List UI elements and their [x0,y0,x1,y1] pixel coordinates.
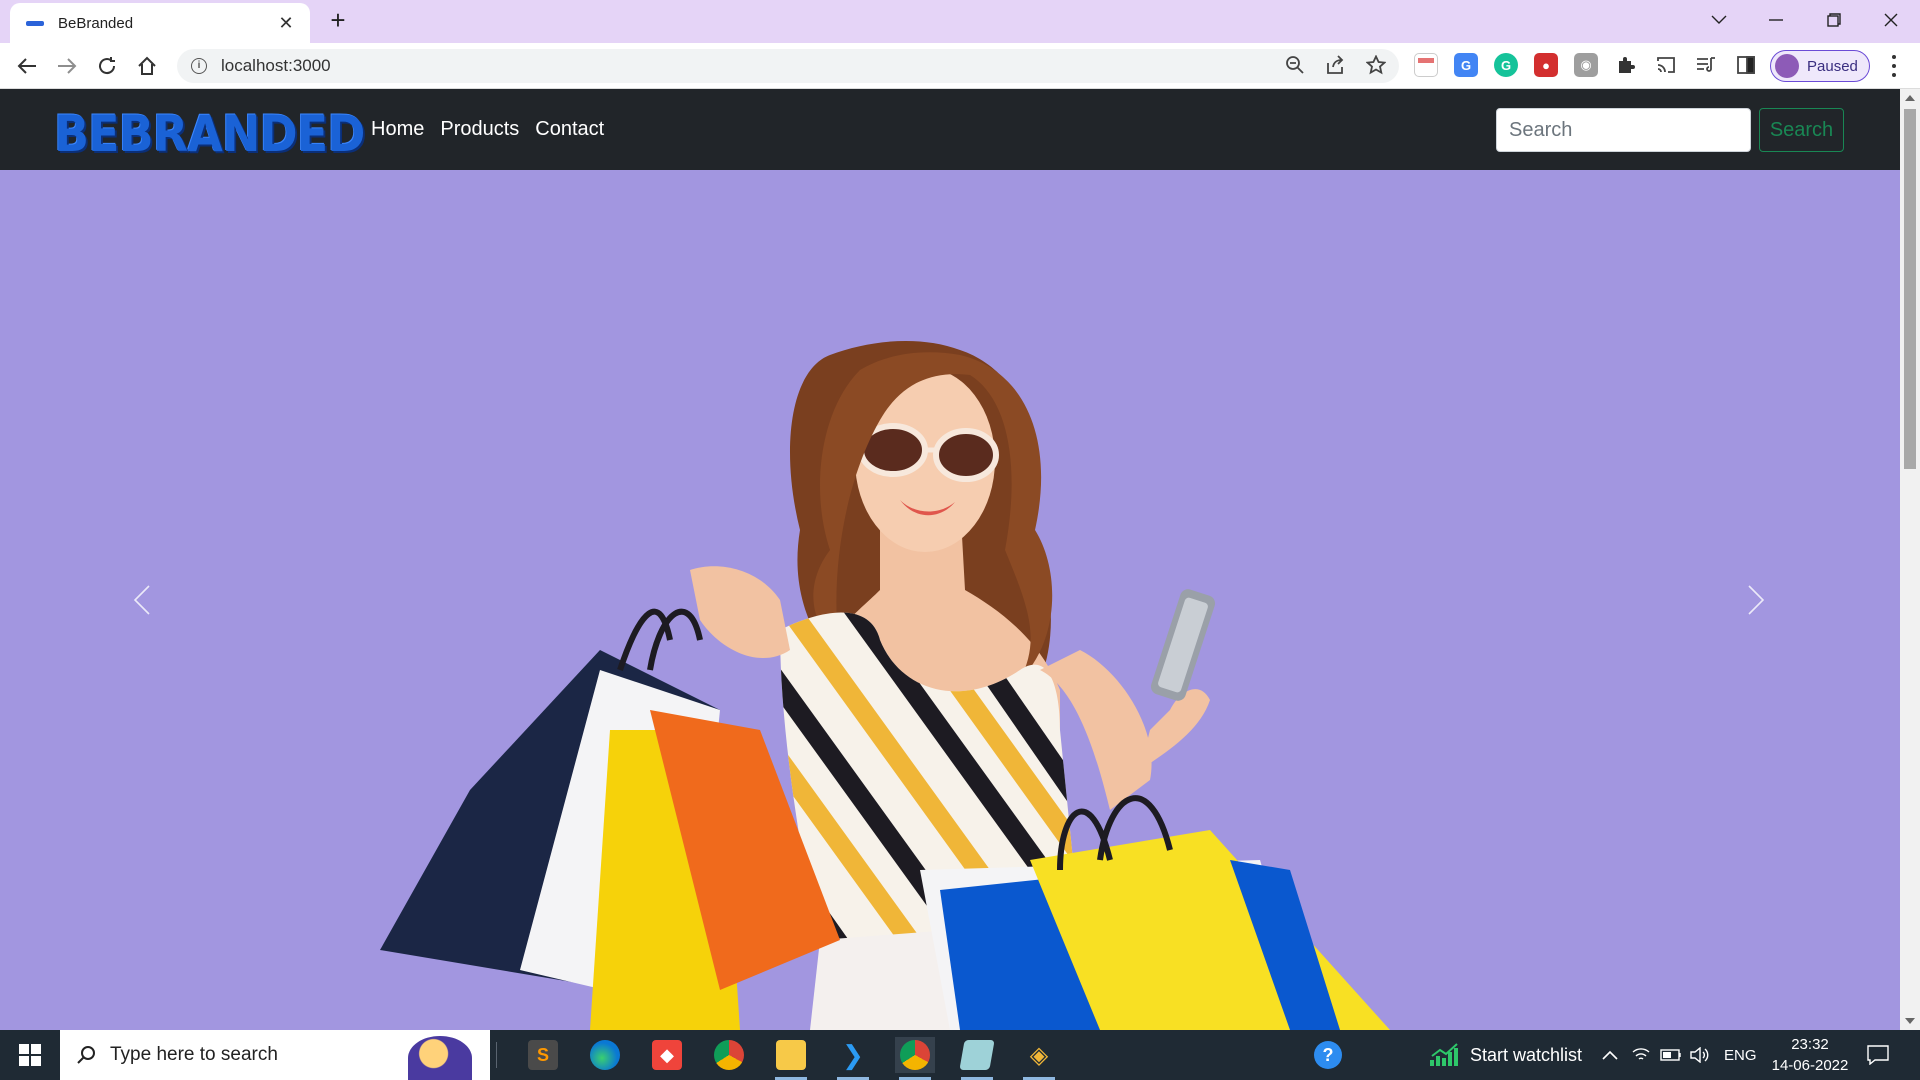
chrome-profile-app-icon[interactable] [895,1037,935,1080]
scroll-up-arrow-icon[interactable] [1905,95,1915,101]
edge-app-icon[interactable] [585,1037,625,1073]
wifi-icon[interactable] [1632,1030,1650,1080]
home-button[interactable] [132,51,162,81]
extensions-puzzle-icon[interactable] [1612,51,1640,79]
close-tab-icon[interactable]: ✕ [276,13,296,34]
windows-taskbar: Type here to search S ◆ ❯ ◈ ? Start watc… [0,1030,1920,1080]
taskbar-search-placeholder: Type here to search [110,1044,278,1065]
nav-links: Home Products Contact [371,118,604,141]
clock-date: 14-06-2022 [1771,1057,1849,1074]
back-button[interactable] [12,51,42,81]
scrollbar-thumb[interactable] [1904,109,1916,469]
carousel-next-button[interactable] [1696,170,1816,1030]
site-navbar: BEBRANDED Home Products Contact Search S… [0,89,1900,170]
translate-extension-icon[interactable]: G [1454,53,1478,77]
nav-link-home[interactable]: Home [371,118,424,141]
search-icon [77,1046,95,1064]
vscode-app-icon[interactable]: ❯ [833,1037,873,1080]
page-scrollbar[interactable] [1900,89,1920,1030]
side-panel-icon[interactable] [1732,51,1760,79]
site-search-input[interactable]: Search [1496,108,1751,152]
battery-icon[interactable] [1660,1030,1682,1080]
file-explorer-app-icon[interactable] [771,1037,811,1080]
profile-button[interactable]: Paused [1770,50,1870,82]
volume-icon[interactable] [1690,1030,1710,1080]
carousel-prev-button[interactable] [82,170,202,1030]
stock-chart-icon [1430,1043,1458,1066]
calendar-extension-icon[interactable] [1414,53,1438,77]
screen-recorder-extension-icon[interactable]: ● [1534,53,1558,77]
minimize-button[interactable] [1748,0,1804,40]
page-viewport: BEBRANDED Home Products Contact Search S… [0,89,1900,1030]
profile-status: Paused [1807,57,1858,75]
address-url: localhost:3000 [221,56,331,75]
grammarly-extension-icon[interactable]: G [1494,53,1518,77]
address-bar[interactable]: i localhost:3000 [177,49,1399,83]
sublime-text-app-icon[interactable]: S [523,1037,563,1073]
site-search-button[interactable]: Search [1759,108,1844,152]
help-icon[interactable]: ? [1314,1030,1342,1080]
brand-logo[interactable]: BEBRANDED [54,105,366,163]
browser-menu-icon[interactable] [1884,55,1904,77]
notes-app-icon[interactable] [957,1037,997,1080]
search-highlight-illustration [408,1036,472,1080]
chrome-app-icon[interactable] [709,1037,749,1073]
taskbar-divider [496,1042,497,1068]
cast-icon[interactable] [1652,51,1680,79]
share-icon[interactable] [1321,51,1349,79]
watchlist-widget[interactable]: Start watchlist [1430,1030,1582,1080]
taskbar-search-box[interactable]: Type here to search [60,1030,490,1080]
nav-link-products[interactable]: Products [440,118,519,141]
show-hidden-icons-chevron-icon[interactable] [1602,1030,1618,1080]
close-window-button[interactable] [1863,0,1919,40]
site-favicon-icon [26,20,44,26]
system-clock[interactable]: 23:32 14-06-2022 [1760,1034,1860,1076]
bookmark-star-icon[interactable] [1362,51,1390,79]
clock-time: 23:32 [1791,1036,1829,1053]
language-indicator[interactable]: ENG [1724,1030,1757,1080]
tab-search-chevron-icon[interactable] [1691,0,1747,40]
avatar [1775,54,1799,78]
hero-shopping-woman-image [380,340,1390,1030]
browser-tab[interactable]: BeBranded ✕ [10,3,310,43]
git-app-icon[interactable]: ◈ [1019,1037,1059,1080]
notifications-icon[interactable] [1867,1030,1889,1080]
camera-extension-icon[interactable]: ◉ [1574,53,1598,77]
hero-carousel [0,170,1900,1030]
media-queue-icon[interactable] [1692,51,1720,79]
browser-toolbar: i localhost:3000 G G ● ◉ Paused [0,43,1920,89]
scroll-down-arrow-icon[interactable] [1905,1018,1915,1024]
restore-button[interactable] [1806,0,1862,40]
new-tab-button[interactable]: + [326,7,350,33]
browser-tab-strip: BeBranded ✕ + [0,0,1920,43]
tab-title: BeBranded [58,14,134,32]
site-info-icon[interactable]: i [191,58,207,74]
reload-button[interactable] [92,51,122,81]
start-button[interactable] [0,1030,60,1080]
nav-link-contact[interactable]: Contact [535,118,604,141]
watchlist-label: Start watchlist [1470,1044,1583,1065]
zoom-icon[interactable] [1281,51,1309,79]
windows-logo-icon [19,1044,41,1066]
forward-button[interactable] [52,51,82,81]
anydesk-app-icon[interactable]: ◆ [647,1037,687,1073]
